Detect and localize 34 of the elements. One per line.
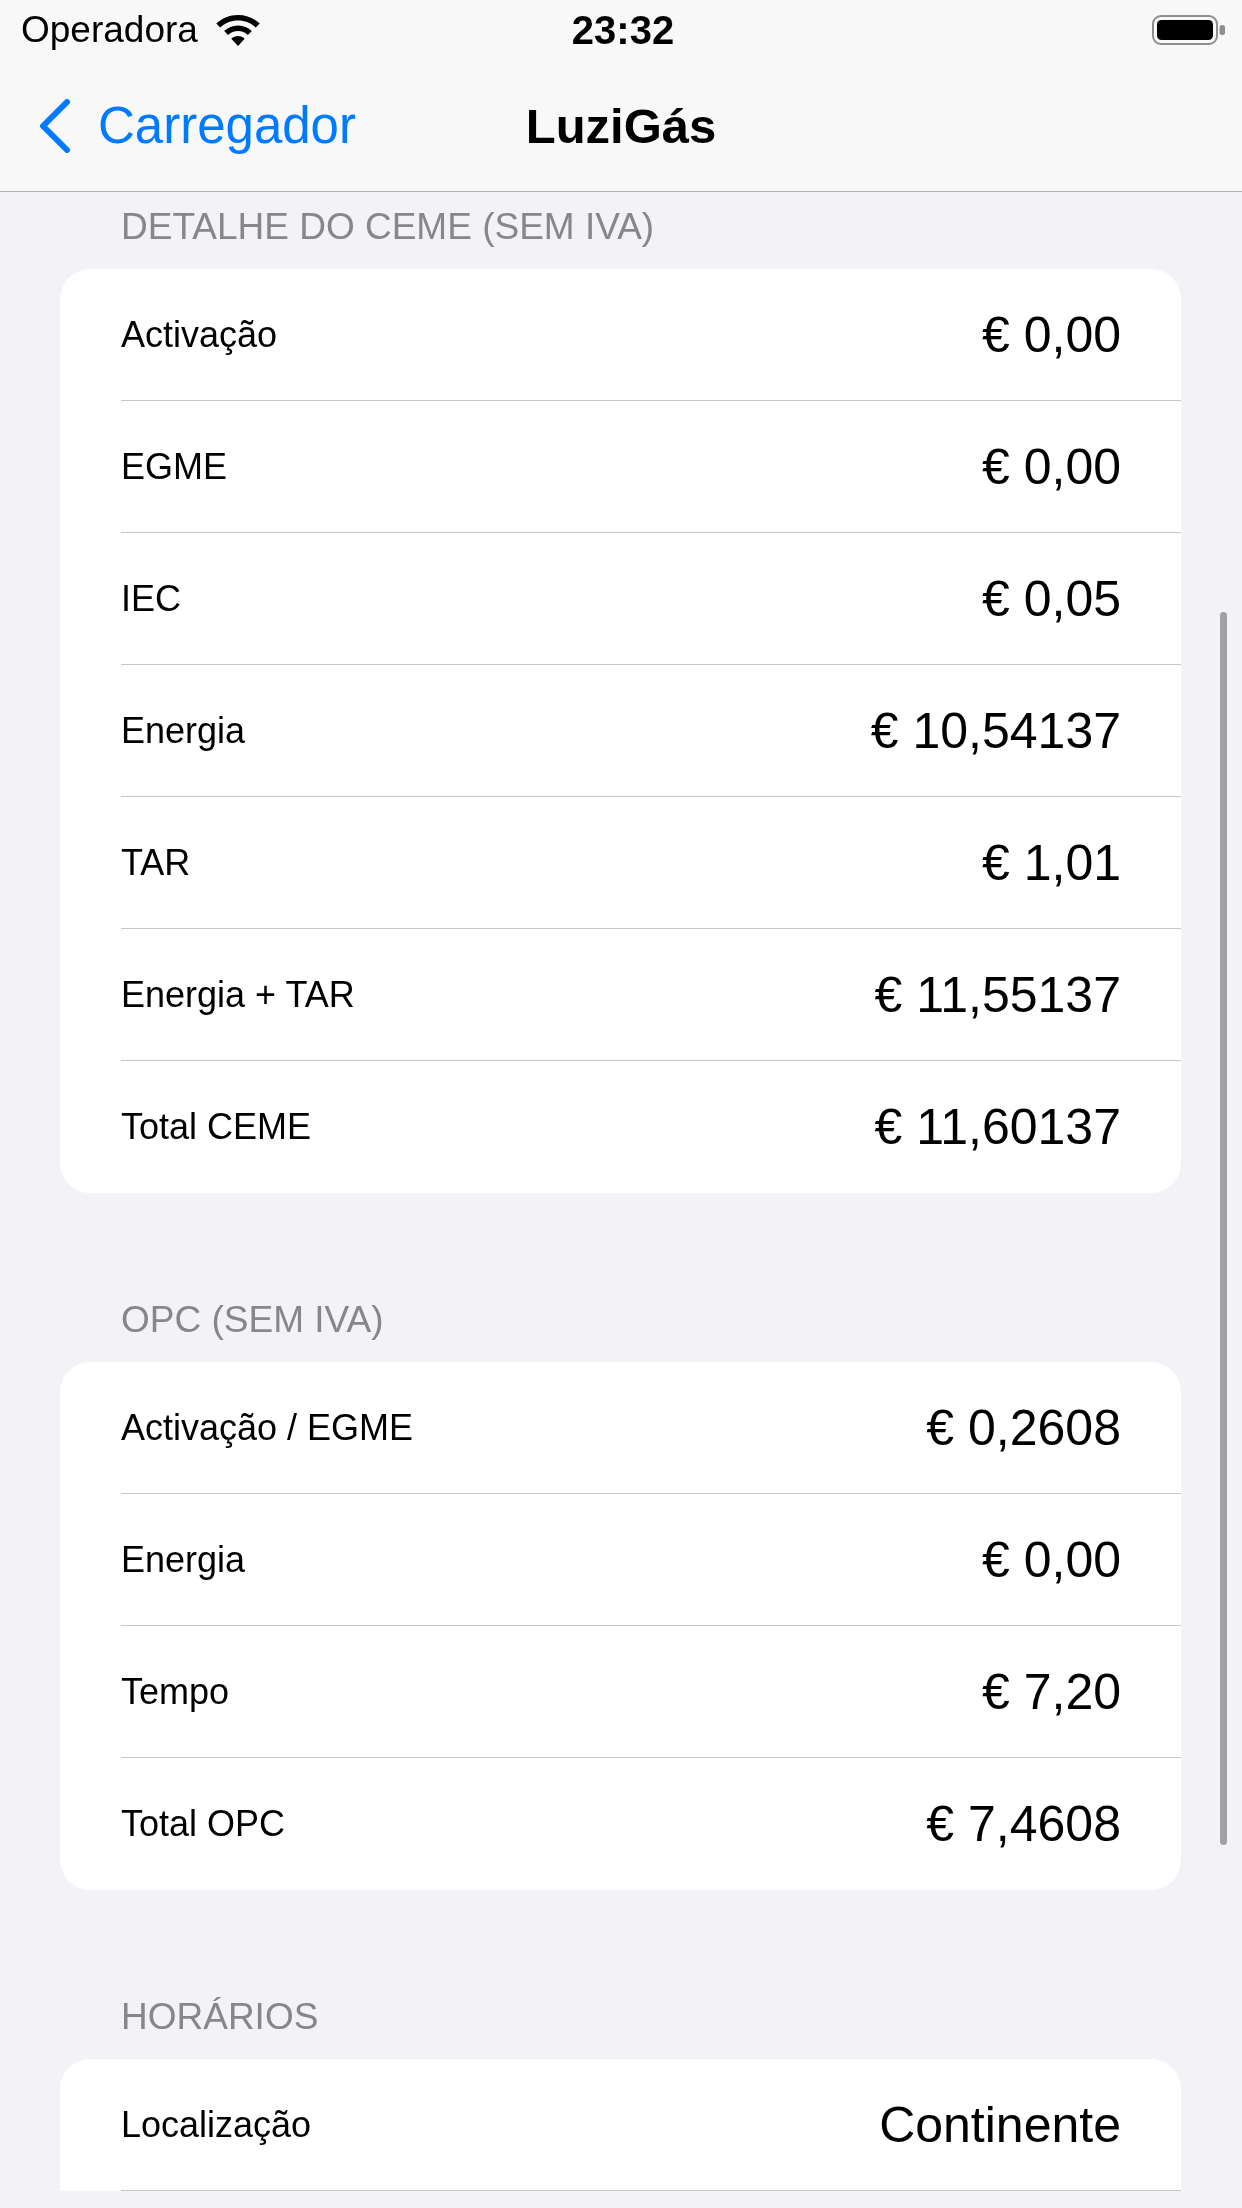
back-button[interactable]: Carregador [39, 95, 356, 156]
chevron-left-icon [39, 98, 71, 153]
row-label: Energia + TAR [121, 972, 355, 1017]
row-value: € 1,01 [982, 833, 1121, 893]
row-label: Total CEME [121, 1105, 312, 1149]
row-value: € 0,05 [982, 569, 1121, 629]
section-header: HORÁRIOS [121, 1995, 319, 2039]
row-value: € 0,00 [982, 305, 1121, 365]
status-time: 23:32 [571, 8, 675, 52]
row-value: € 0,00 [982, 1530, 1121, 1590]
row-label: Energia [121, 708, 246, 753]
row-label: Tempo [121, 1669, 230, 1714]
row-label: Energia [121, 1537, 246, 1582]
section-header: OPC (SEM IVA) [121, 1298, 384, 1342]
row-label: TAR [121, 840, 191, 885]
row-label: Activação [121, 312, 278, 357]
carrier-name: Operadora [21, 8, 198, 52]
screen-title: LuziGás [525, 97, 717, 155]
row-value: € 10,54137 [870, 701, 1121, 761]
wifi-icon [215, 14, 260, 46]
row-value: € 11,60137 [874, 1098, 1121, 1157]
row-label: Total OPC [121, 1802, 286, 1846]
row-value: € 11,55137 [874, 965, 1121, 1025]
row-value: € 7,20 [982, 1662, 1121, 1722]
row-label: EGME [121, 444, 227, 489]
row-value: € 7,4608 [926, 1795, 1121, 1854]
row-value: € 0,2608 [926, 1398, 1121, 1458]
battery-icon [1152, 15, 1225, 45]
section-header: DETALHE DO CEME (SEM IVA) [121, 205, 655, 249]
row-value: Continente [879, 2095, 1121, 2155]
row-label: IEC [121, 576, 181, 621]
row-label: Localização [121, 2102, 312, 2147]
row-label: Activação / EGME [121, 1405, 414, 1450]
row-value: € 0,00 [982, 437, 1121, 497]
